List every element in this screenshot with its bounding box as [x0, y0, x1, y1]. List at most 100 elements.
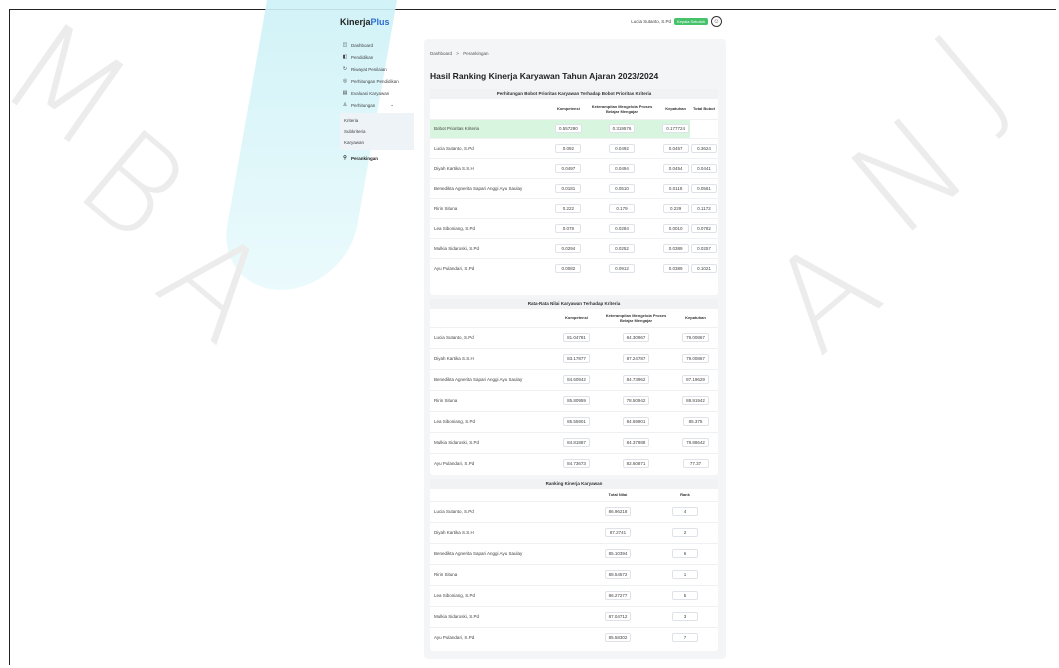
cell-value: 0.3624 — [691, 143, 717, 153]
cell-value: 87.24787 — [622, 354, 650, 363]
cell-value: 0.177724 — [662, 124, 689, 133]
rank-value: 4 — [671, 507, 698, 516]
cell-value: 0.0454 — [662, 163, 689, 173]
book-icon: ◧ — [342, 54, 348, 60]
table-row: Benedikta Agnerita Sapari Anggi Ayu Saul… — [430, 543, 718, 564]
column-header: Keterampilan Mengelola Proses Belajar Me… — [605, 312, 667, 323]
sidebar-item-dashboard[interactable]: ◫ Dashboard — [340, 39, 414, 51]
cell-value: 0.0457 — [662, 143, 689, 153]
cell-value: 0.0441 — [691, 163, 717, 173]
cell-value: 0.0118 — [662, 183, 689, 193]
rank-value: 2 — [671, 528, 698, 537]
sidebar-item-karyawan[interactable]: Karyawan — [342, 137, 414, 148]
cell-value: 0.0561 — [691, 183, 717, 193]
cell-value: 78.50942 — [622, 396, 650, 405]
cell-value: 0.229 — [662, 203, 689, 213]
table-row: Diyah Kartika S.S.H 87.2741 2 — [430, 522, 718, 543]
table-title: Perhitungan Bobot Prioritas Karyawan Ter… — [430, 89, 718, 99]
history-icon: ↻ — [342, 66, 348, 72]
table-row: Benedikta Agnerita Sapari Anggi Ayu Saul… — [430, 369, 718, 390]
sidebar: ◫ Dashboard ◧ Pendidikan ↻ Riwayat Penilaia… — [340, 39, 414, 164]
cell-value: 0.0082 — [555, 263, 582, 273]
role-badge: Kepala Sekolah — [673, 18, 708, 25]
sidebar-item-perhitungan-pendidikan[interactable]: ◎ Perhitungan Pendidikan — [340, 75, 414, 87]
column-header: Kompetensi — [565, 315, 588, 321]
cell-value: 0.1172 — [691, 203, 717, 213]
column-header: Rank — [680, 492, 690, 498]
avatar-icon[interactable]: ☺ — [711, 16, 722, 27]
row-label: Mulkia Sidaroski, S.Pd — [434, 440, 480, 445]
table-row: Mulkia Sidaroski, S.Pd 87.04712 3 — [430, 606, 718, 627]
column-header: Kompetensi — [556, 106, 580, 112]
sidebar-item-pendidikan[interactable]: ◧ Pendidikan — [340, 51, 414, 63]
cell-value: 81.04781 — [563, 333, 590, 342]
sidebar-item-riwayat[interactable]: ↻ Riwayat Penilaian — [340, 63, 414, 75]
breadcrumb-separator: > — [456, 51, 459, 56]
brand-logo[interactable]: KinerjaPlus — [340, 17, 390, 27]
rank-value: 3 — [671, 612, 698, 621]
page-title: Hasil Ranking Kinerja Karyawan Tahun Aja… — [430, 71, 659, 81]
table-row: Ayu Pulandari, S.Pd 84.73673 82.60871 77.37 — [430, 453, 718, 474]
user-menu[interactable]: Lucia Sutanto, S.Pd Kepala Sekolah ☺ — [631, 16, 722, 27]
rank-value: 5 — [671, 591, 698, 600]
row-label: Mulkia Sidaroski, S.Pd — [434, 614, 480, 619]
cell-value: 84.81887 — [563, 438, 590, 447]
sidebar-submenu: Kriteria Subkriteria Karyawan — [340, 113, 414, 150]
total-score: 87.04712 — [604, 612, 632, 621]
sidebar-item-evaluasi[interactable]: ▤ Evaluasi Karyawan — [340, 87, 414, 99]
cell-value: 0.0252 — [609, 243, 635, 253]
row-label: Lea Siboniang, S.Pd — [434, 225, 476, 231]
chevron-down-icon: ⌄ — [390, 102, 395, 107]
total-score: 85.58302 — [604, 633, 632, 643]
cell-value: 84.37888 — [622, 438, 650, 447]
table-row: Benedikta Agnerita Sapari Anggi Ayu Saul… — [430, 178, 718, 198]
column-header: Total Bobot — [693, 106, 715, 112]
cell-value: 84.30967 — [622, 333, 650, 342]
cell-value: 0.0389 — [662, 263, 689, 273]
sidebar-item-perankingan[interactable]: ⚲ Perankingan — [340, 152, 414, 164]
sidebar-item-subkriteria[interactable]: Subkriteria — [342, 126, 414, 137]
dashboard-icon: ◫ — [342, 42, 348, 48]
table-row: Ririn Situna 88.54572 1 — [430, 564, 718, 585]
cell-value: 84.73962 — [622, 375, 650, 384]
column-header: Keterampilan Mengelola Proses Belajar Me… — [591, 103, 653, 114]
sidebar-item-perhitungan[interactable]: ♙ Perhitungan ⌄ — [340, 99, 414, 111]
column-header: Total Nilai — [608, 492, 628, 498]
table-row: Ririn Situna 0.222 0.179 0.229 0.1172 — [430, 198, 718, 218]
table-row: Ayu Pulandari, S.Pd 0.0082 0.0912 0.0389 0.1… — [430, 258, 718, 278]
row-label: Ayu Pulandari, S.Pd — [434, 265, 475, 271]
table-row: Diyah Kartika S.S.H 0.0497 0.0494 0.0454 0.0… — [430, 158, 718, 178]
cell-value: 85.80959 — [563, 396, 590, 405]
column-header: Kepatuhan — [685, 315, 706, 321]
total-score: 86.96218 — [604, 507, 632, 516]
total-score: 87.2741 — [604, 528, 631, 537]
sidebar-item-kriteria[interactable]: Kriteria — [342, 115, 414, 126]
cell-empty — [690, 119, 718, 138]
row-label: Benedikta Agnerita Sapari Anggi Ayu Saul… — [434, 377, 523, 382]
cell-value: 0.0782 — [691, 223, 717, 233]
cell-value: 85.375 — [682, 417, 709, 426]
users-icon: ♙ — [342, 102, 348, 108]
row-label: Mulkia Sidaroski, S.Pd — [434, 245, 480, 251]
breadcrumb-current: Perankingan — [463, 51, 489, 56]
column-header — [430, 99, 554, 119]
column-header — [430, 309, 554, 327]
ranking-icon: ⚲ — [343, 155, 347, 161]
average-score-table: Rata-Rata Nilai Karyawan Terhadap Kriter… — [430, 299, 718, 475]
cell-value: 0.1021 — [691, 263, 717, 273]
row-label: Benedikta Agnerita Sapari Anggi Ayu Saul… — [434, 185, 523, 191]
cell-value: 84.73673 — [563, 459, 590, 469]
cell-value: 0.319576 — [608, 124, 636, 133]
cell-value: 83.17877 — [563, 354, 590, 363]
table-row: Ririn Situna 85.80959 78.50942 88.91942 — [430, 390, 718, 411]
row-label: Lea Siboniang, S.Pd — [434, 419, 476, 424]
table-row: Lea Siboniang, S.Pd 0.079 0.0284 0.0010 0.07… — [430, 218, 718, 238]
row-label: Diyah Kartika S.S.H — [434, 530, 474, 535]
app-window: KinerjaPlus Lucia Sutanto, S.Pd Kepala S… — [340, 11, 730, 666]
row-label: Ririn Situna — [434, 398, 458, 403]
table-row: Mulkia Sidaroski, S.Pd 0.0294 0.0252 0.0389… — [430, 238, 718, 258]
breadcrumb-root[interactable]: Dashboard — [430, 51, 452, 56]
table-row: Lucia Sutanto, S.Pd 86.96218 4 — [430, 501, 718, 522]
cell-value: 0.179 — [609, 203, 635, 213]
row-label: Benedikta Agnerita Sapari Anggi Ayu Saul… — [434, 551, 523, 556]
